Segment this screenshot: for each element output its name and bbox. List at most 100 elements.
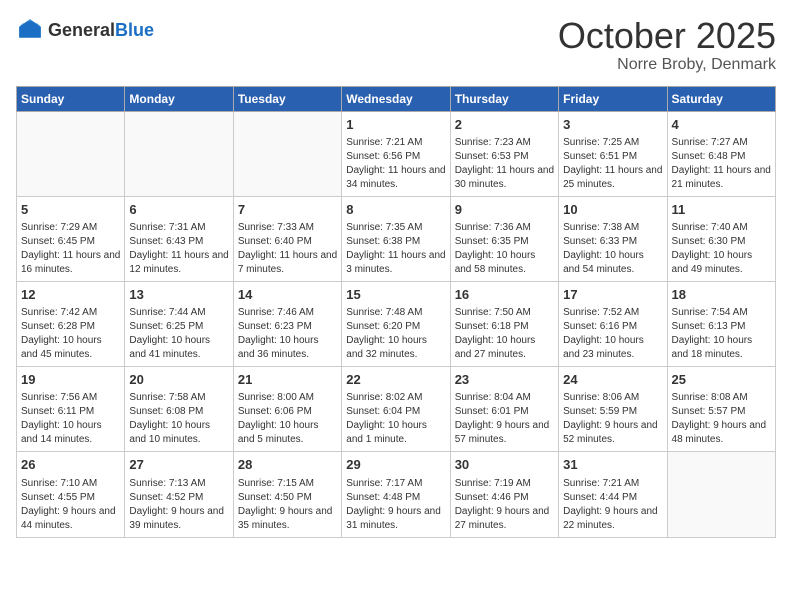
- day-number: 24: [563, 371, 662, 389]
- day-number: 29: [346, 456, 445, 474]
- day-info: Sunrise: 7:17 AM Sunset: 4:48 PM Dayligh…: [346, 477, 445, 533]
- day-cell: 28 Sunrise: 7:15 AM Sunset: 4:50 PM Dayli…: [233, 452, 341, 537]
- day-info: Sunrise: 8:06 AM Sunset: 5:59 PM Dayligh…: [563, 391, 662, 447]
- day-info: Sunrise: 7:27 AM Sunset: 6:48 PM Dayligh…: [672, 136, 771, 192]
- day-cell: 18 Sunrise: 7:54 AM Sunset: 6:13 PM Dayli…: [667, 281, 775, 366]
- weekday-header-tuesday: Tuesday: [233, 86, 341, 111]
- day-info: Sunrise: 7:44 AM Sunset: 6:25 PM Dayligh…: [129, 306, 228, 362]
- day-number: 6: [129, 201, 228, 219]
- day-number: 10: [563, 201, 662, 219]
- day-info: Sunrise: 7:35 AM Sunset: 6:38 PM Dayligh…: [346, 221, 445, 277]
- day-number: 21: [238, 371, 337, 389]
- day-cell: 11Sunrise: 7:40 AM Sunset: 6:30 PM Dayli…: [667, 196, 775, 281]
- day-number: 19: [21, 371, 120, 389]
- weekday-header-saturday: Saturday: [667, 86, 775, 111]
- day-info: Sunrise: 7:42 AM Sunset: 6:28 PM Dayligh…: [21, 306, 120, 362]
- day-info: Sunrise: 7:33 AM Sunset: 6:40 PM Dayligh…: [238, 221, 337, 277]
- day-cell: 26 Sunrise: 7:10 AM Sunset: 4:55 PM Dayli…: [17, 452, 125, 537]
- day-cell: 2Sunrise: 7:23 AM Sunset: 6:53 PM Daylig…: [450, 111, 558, 196]
- day-number: 23: [455, 371, 554, 389]
- day-info: Sunrise: 7:48 AM Sunset: 6:20 PM Dayligh…: [346, 306, 445, 362]
- day-info: Sunrise: 7:21 AM Sunset: 4:44 PM Dayligh…: [563, 477, 662, 533]
- day-info: Sunrise: 7:10 AM Sunset: 4:55 PM Dayligh…: [21, 477, 120, 533]
- day-number: 18: [672, 286, 771, 304]
- day-number: 28: [238, 456, 337, 474]
- day-cell: 15 Sunrise: 7:48 AM Sunset: 6:20 PM Dayli…: [342, 281, 450, 366]
- day-cell: 22 Sunrise: 8:02 AM Sunset: 6:04 PM Dayli…: [342, 367, 450, 452]
- day-cell: 4 Sunrise: 7:27 AM Sunset: 6:48 PM Daylig…: [667, 111, 775, 196]
- calendar-header: SundayMondayTuesdayWednesdayThursdayFrid…: [17, 86, 776, 111]
- day-info: Sunrise: 7:40 AM Sunset: 6:30 PM Dayligh…: [672, 221, 771, 277]
- weekday-header-wednesday: Wednesday: [342, 86, 450, 111]
- day-cell: 8 Sunrise: 7:35 AM Sunset: 6:38 PM Daylig…: [342, 196, 450, 281]
- page-header: GeneralBlue October 2025 Norre Broby, De…: [16, 16, 776, 74]
- day-info: Sunrise: 8:08 AM Sunset: 5:57 PM Dayligh…: [672, 391, 771, 447]
- logo-icon: [16, 16, 44, 44]
- day-cell: 21 Sunrise: 8:00 AM Sunset: 6:06 PM Dayli…: [233, 367, 341, 452]
- week-row-4: 26 Sunrise: 7:10 AM Sunset: 4:55 PM Dayli…: [17, 452, 776, 537]
- day-info: Sunrise: 7:36 AM Sunset: 6:35 PM Dayligh…: [455, 221, 554, 277]
- day-info: Sunrise: 8:00 AM Sunset: 6:06 PM Dayligh…: [238, 391, 337, 447]
- day-info: Sunrise: 7:50 AM Sunset: 6:18 PM Dayligh…: [455, 306, 554, 362]
- day-cell: 16 Sunrise: 7:50 AM Sunset: 6:18 PM Dayli…: [450, 281, 558, 366]
- day-number: 15: [346, 286, 445, 304]
- day-cell: 13 Sunrise: 7:44 AM Sunset: 6:25 PM Dayli…: [125, 281, 233, 366]
- day-number: 17: [563, 286, 662, 304]
- weekday-header-thursday: Thursday: [450, 86, 558, 111]
- day-info: Sunrise: 8:04 AM Sunset: 6:01 PM Dayligh…: [455, 391, 554, 447]
- day-cell: 10 Sunrise: 7:38 AM Sunset: 6:33 PM Dayli…: [559, 196, 667, 281]
- weekday-header-friday: Friday: [559, 86, 667, 111]
- day-info: Sunrise: 7:19 AM Sunset: 4:46 PM Dayligh…: [455, 477, 554, 533]
- day-info: Sunrise: 7:56 AM Sunset: 6:11 PM Dayligh…: [21, 391, 120, 447]
- day-number: 3: [563, 116, 662, 134]
- day-cell: 12Sunrise: 7:42 AM Sunset: 6:28 PM Dayli…: [17, 281, 125, 366]
- day-info: Sunrise: 7:38 AM Sunset: 6:33 PM Dayligh…: [563, 221, 662, 277]
- day-cell: 25 Sunrise: 8:08 AM Sunset: 5:57 PM Dayli…: [667, 367, 775, 452]
- month-title: October 2025: [558, 16, 776, 56]
- day-number: 25: [672, 371, 771, 389]
- day-number: 20: [129, 371, 228, 389]
- week-row-0: 1Sunrise: 7:21 AM Sunset: 6:56 PM Daylig…: [17, 111, 776, 196]
- day-number: 16: [455, 286, 554, 304]
- day-number: 22: [346, 371, 445, 389]
- weekday-row: SundayMondayTuesdayWednesdayThursdayFrid…: [17, 86, 776, 111]
- day-info: Sunrise: 7:29 AM Sunset: 6:45 PM Dayligh…: [21, 221, 120, 277]
- day-number: 26: [21, 456, 120, 474]
- day-info: Sunrise: 7:31 AM Sunset: 6:43 PM Dayligh…: [129, 221, 228, 277]
- day-number: 27: [129, 456, 228, 474]
- day-info: Sunrise: 7:15 AM Sunset: 4:50 PM Dayligh…: [238, 477, 337, 533]
- day-info: Sunrise: 7:54 AM Sunset: 6:13 PM Dayligh…: [672, 306, 771, 362]
- day-number: 8: [346, 201, 445, 219]
- title-block: October 2025 Norre Broby, Denmark: [558, 16, 776, 74]
- day-number: 4: [672, 116, 771, 134]
- day-info: Sunrise: 7:58 AM Sunset: 6:08 PM Dayligh…: [129, 391, 228, 447]
- day-number: 9: [455, 201, 554, 219]
- day-cell: 14Sunrise: 7:46 AM Sunset: 6:23 PM Dayli…: [233, 281, 341, 366]
- day-cell: 6 Sunrise: 7:31 AM Sunset: 6:43 PM Daylig…: [125, 196, 233, 281]
- day-cell: 27 Sunrise: 7:13 AM Sunset: 4:52 PM Dayli…: [125, 452, 233, 537]
- day-number: 14: [238, 286, 337, 304]
- day-cell: 24 Sunrise: 8:06 AM Sunset: 5:59 PM Dayli…: [559, 367, 667, 452]
- weekday-header-sunday: Sunday: [17, 86, 125, 111]
- day-number: 31: [563, 456, 662, 474]
- day-cell: 30 Sunrise: 7:19 AM Sunset: 4:46 PM Dayli…: [450, 452, 558, 537]
- day-cell: [667, 452, 775, 537]
- logo: GeneralBlue: [16, 16, 154, 44]
- day-cell: 31 Sunrise: 7:21 AM Sunset: 4:44 PM Dayli…: [559, 452, 667, 537]
- day-cell: 23 Sunrise: 8:04 AM Sunset: 6:01 PM Dayli…: [450, 367, 558, 452]
- day-cell: 9 Sunrise: 7:36 AM Sunset: 6:35 PM Daylig…: [450, 196, 558, 281]
- logo-general-text: General: [48, 20, 115, 40]
- week-row-2: 12Sunrise: 7:42 AM Sunset: 6:28 PM Dayli…: [17, 281, 776, 366]
- day-info: Sunrise: 8:02 AM Sunset: 6:04 PM Dayligh…: [346, 391, 445, 447]
- day-number: 1: [346, 116, 445, 134]
- day-number: 5: [21, 201, 120, 219]
- day-info: Sunrise: 7:13 AM Sunset: 4:52 PM Dayligh…: [129, 477, 228, 533]
- day-cell: 19 Sunrise: 7:56 AM Sunset: 6:11 PM Dayli…: [17, 367, 125, 452]
- day-number: 13: [129, 286, 228, 304]
- day-cell: 3 Sunrise: 7:25 AM Sunset: 6:51 PM Daylig…: [559, 111, 667, 196]
- calendar-table: SundayMondayTuesdayWednesdayThursdayFrid…: [16, 86, 776, 538]
- day-number: 30: [455, 456, 554, 474]
- day-info: Sunrise: 7:25 AM Sunset: 6:51 PM Dayligh…: [563, 136, 662, 192]
- day-cell: [233, 111, 341, 196]
- day-number: 2: [455, 116, 554, 134]
